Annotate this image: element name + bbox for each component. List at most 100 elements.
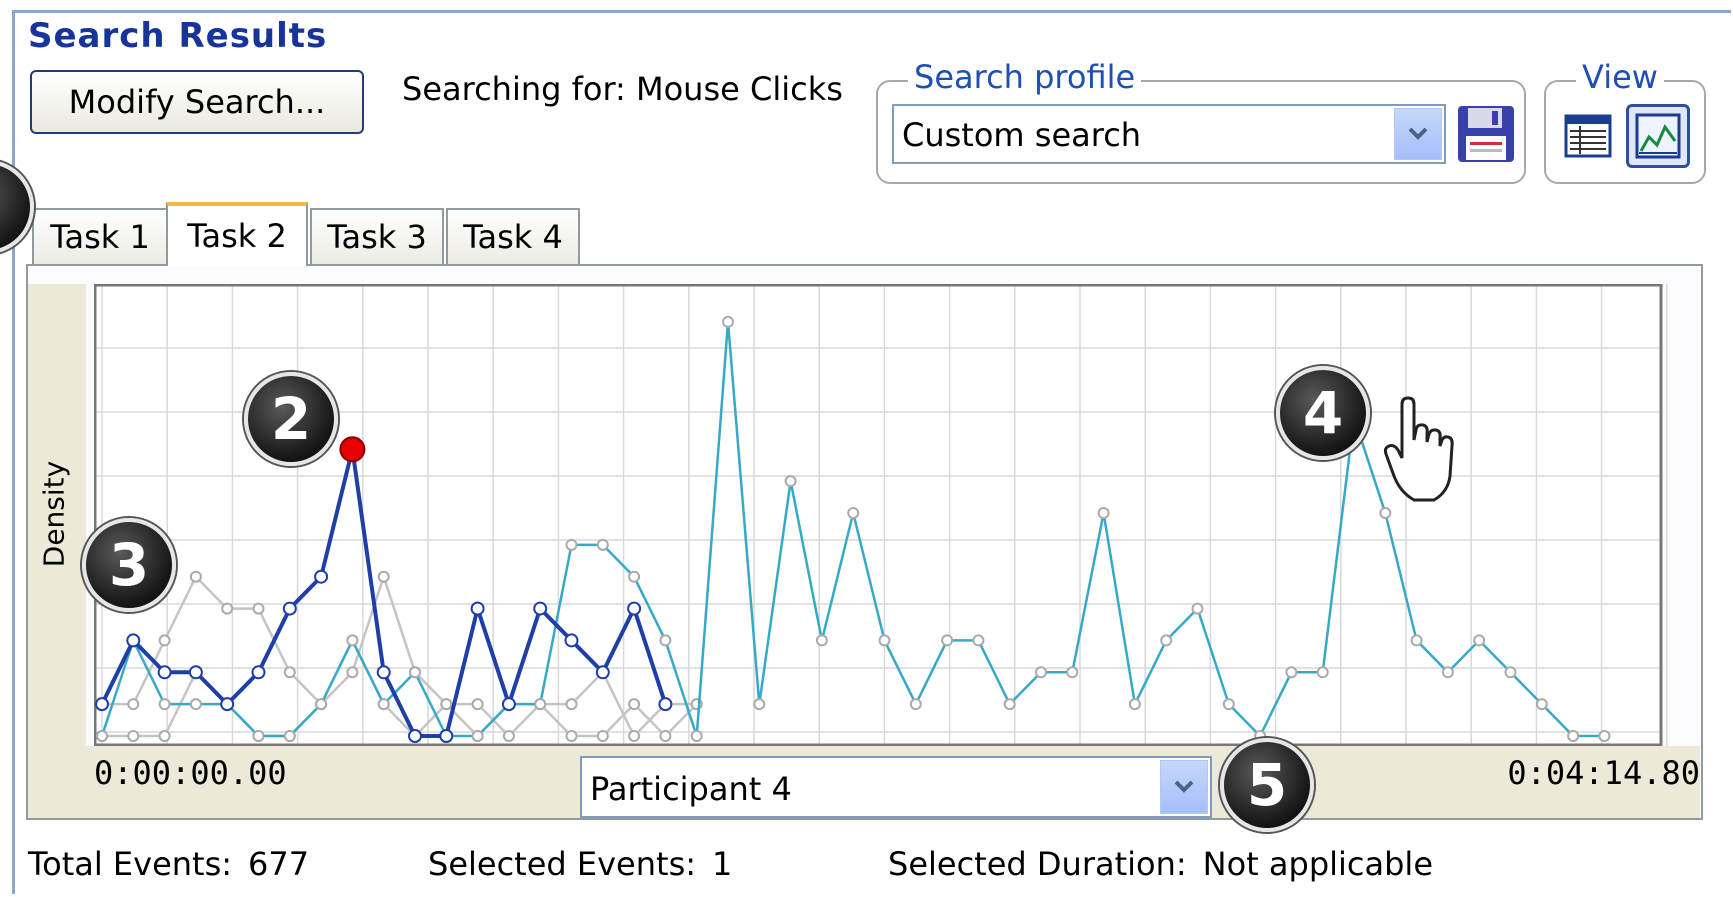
series-2-point[interactable] (283, 666, 296, 679)
series-1-point[interactable] (158, 698, 171, 711)
series-1-point[interactable] (1504, 666, 1517, 679)
series-1-point[interactable] (596, 538, 609, 551)
series-1-point[interactable] (659, 634, 672, 647)
tab-task-1[interactable]: Task 1 (32, 208, 168, 264)
series-1-point[interactable] (346, 634, 359, 647)
series-1-point[interactable] (1128, 698, 1141, 711)
series-1-point[interactable] (1285, 666, 1298, 679)
series-0-point[interactable] (501, 697, 516, 712)
series-2-point[interactable] (565, 698, 578, 711)
chevron-down-icon[interactable] (1394, 108, 1442, 160)
series-0-point[interactable] (627, 601, 642, 616)
series-1-point[interactable] (1410, 634, 1423, 647)
series-1-point[interactable] (1066, 666, 1079, 679)
series-3-point[interactable] (565, 730, 578, 742)
table-view-icon (1564, 114, 1612, 158)
series-2-point[interactable] (158, 634, 171, 647)
series-3-point[interactable] (502, 730, 515, 742)
selected-event-point[interactable] (339, 436, 366, 463)
series-3-point[interactable] (471, 698, 484, 711)
series-1-point[interactable] (96, 730, 108, 742)
series-0-point[interactable] (658, 697, 673, 712)
series-0-point[interactable] (220, 697, 235, 712)
series-0-point[interactable] (595, 665, 610, 680)
series-0-point[interactable] (282, 601, 297, 616)
series-2-point[interactable] (127, 698, 140, 711)
series-1-point[interactable] (941, 634, 954, 647)
series-0-point[interactable] (95, 697, 109, 712)
series-1-point[interactable] (753, 698, 766, 711)
series-1-point[interactable] (1441, 666, 1454, 679)
series-1-point[interactable] (283, 730, 296, 742)
series-1-point[interactable] (189, 698, 202, 711)
chevron-down-icon[interactable] (1160, 760, 1208, 814)
series-1-point[interactable] (878, 634, 891, 647)
density-plot[interactable] (94, 284, 1730, 746)
series-1-point[interactable] (1473, 634, 1486, 647)
series-2-point[interactable] (377, 570, 390, 583)
series-1-point[interactable] (1160, 634, 1173, 647)
modify-search-button[interactable]: Modify Search... (30, 70, 364, 134)
series-1-point[interactable] (784, 475, 797, 488)
tab-task-4[interactable]: Task 4 (446, 208, 580, 264)
series-1-point[interactable] (534, 698, 547, 711)
series-1-point[interactable] (1191, 602, 1204, 615)
series-1-point[interactable] (1097, 507, 1110, 519)
series-1-point[interactable] (315, 698, 328, 711)
chart-view-button[interactable] (1626, 104, 1690, 168)
series-1-point[interactable] (847, 507, 860, 519)
series-3-point[interactable] (158, 730, 171, 742)
series-3-point[interactable] (127, 730, 140, 742)
series-1-point[interactable] (909, 698, 922, 711)
selected-duration-value: Not applicable (1202, 845, 1433, 883)
series-1-point[interactable] (565, 538, 578, 551)
series-1-point[interactable] (628, 570, 641, 583)
series-1-point[interactable] (409, 666, 421, 679)
series-0-point[interactable] (439, 729, 454, 743)
series-1-point[interactable] (1035, 666, 1047, 679)
series-3-point[interactable] (628, 698, 641, 711)
search-profile-select[interactable]: Custom search (892, 104, 1446, 164)
tab-task-2[interactable]: Task 2 (166, 202, 308, 266)
start-time-label: 0:00:00.00 (94, 754, 287, 792)
participant-select[interactable]: Participant 4 (580, 756, 1212, 818)
tab-task-3[interactable]: Task 3 (310, 208, 444, 264)
series-0-point[interactable] (564, 633, 579, 648)
series-1-point[interactable] (1598, 730, 1611, 742)
series-1-point[interactable] (1567, 730, 1580, 742)
series-2-point[interactable] (221, 602, 234, 615)
series-1-point[interactable] (815, 634, 828, 647)
series-2-point[interactable] (189, 570, 202, 583)
series-1-point[interactable] (690, 730, 703, 742)
series-0-point[interactable] (408, 729, 422, 743)
series-2-point[interactable] (346, 666, 359, 679)
series-1-point[interactable] (1316, 666, 1329, 679)
series-1-point[interactable] (252, 730, 265, 742)
series-2-point[interactable] (628, 730, 641, 742)
series-1-point[interactable] (1003, 698, 1016, 711)
series-1-point[interactable] (1379, 507, 1392, 519)
series-2-point[interactable] (252, 602, 265, 615)
series-0-point[interactable] (251, 665, 266, 680)
series-0-point[interactable] (376, 665, 391, 680)
series-1-point[interactable] (1535, 698, 1548, 711)
search-profile-value: Custom search (902, 116, 1142, 154)
series-0-point[interactable] (188, 665, 203, 680)
series-3-point[interactable] (659, 730, 672, 742)
series-3-point[interactable] (440, 698, 453, 711)
series-0-point[interactable] (157, 665, 172, 680)
series-0-point[interactable] (314, 569, 329, 584)
table-view-button[interactable] (1560, 108, 1616, 164)
series-0-point[interactable] (126, 633, 141, 648)
series-3-point[interactable] (596, 730, 609, 742)
series-1-point[interactable] (377, 698, 390, 711)
series-0-point[interactable] (533, 601, 548, 616)
hand-cursor-icon (1383, 396, 1454, 502)
selected-events-label: Selected Events: (428, 845, 697, 883)
save-profile-button[interactable] (1456, 104, 1516, 164)
series-1-point[interactable] (972, 634, 985, 647)
series-1-point[interactable] (1222, 698, 1235, 711)
series-1-point[interactable] (722, 315, 734, 328)
series-1-point[interactable] (471, 730, 484, 742)
series-0-point[interactable] (470, 601, 485, 616)
